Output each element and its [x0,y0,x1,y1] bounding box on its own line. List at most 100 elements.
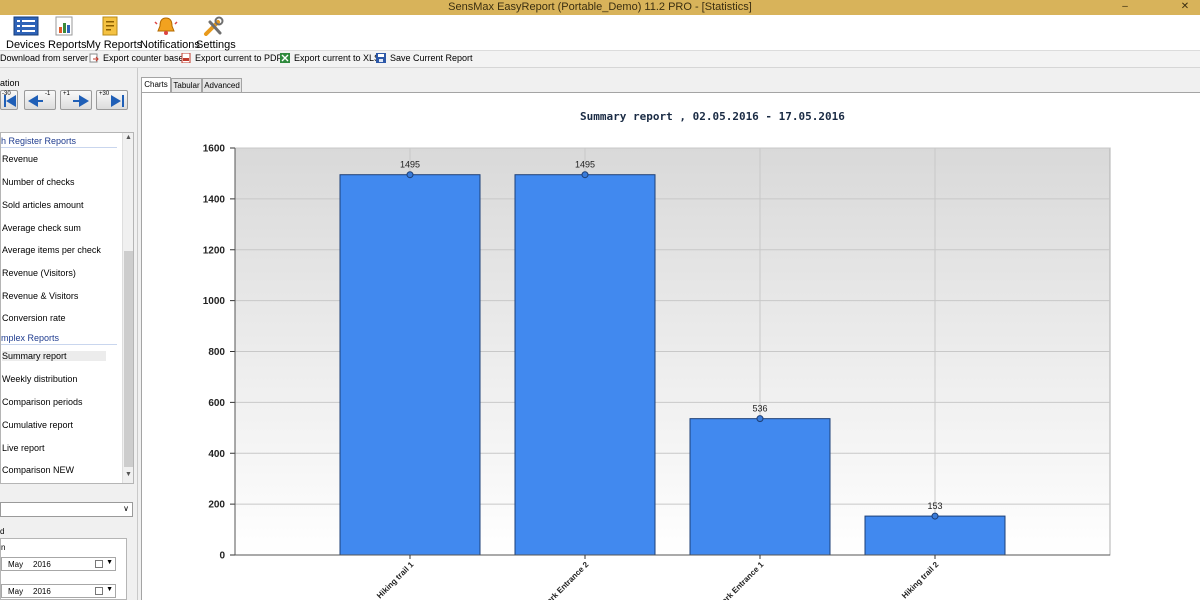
report-item-number-of-checks[interactable]: Number of checks [2,177,75,187]
save-report-label: Save Current Report [390,53,473,63]
toolbar: Download from server Export counter base… [0,51,1200,68]
bar-point [406,171,414,179]
x-tick-label: Park Entrance 1 [716,560,766,600]
my-reports-icon [98,16,122,36]
y-tick-label: 200 [208,500,225,511]
data-label: 153 [927,501,942,511]
period-box: n May 2016 ▼ May 2016 ▼ [0,538,127,600]
devices-button[interactable]: Devices [6,16,46,51]
report-item-summary-report[interactable]: Summary report [2,351,106,361]
scroll-down-icon[interactable]: ▼ [125,471,132,478]
report-item-average-items[interactable]: Average items per check [2,245,101,255]
minimize-button[interactable]: – [1110,0,1140,15]
window-title: SensMax EasyReport (Portable_Demo) 11.2 … [448,1,752,13]
date-from-year: 2016 [33,560,51,569]
reports-icon [52,16,76,36]
navigation-title: ation [0,78,20,88]
y-tick-label: 1400 [203,194,226,205]
back-1-label: -1 [45,91,51,97]
y-tick-label: 400 [208,449,225,460]
data-label: 536 [752,404,767,414]
arrow-right-icon [111,95,121,107]
last-icon [122,95,124,107]
report-item-comparison-new[interactable]: Comparison NEW [2,465,74,475]
tab-advanced[interactable]: Advanced [202,78,242,92]
export-xls-button[interactable]: Export current to XLS [280,53,380,63]
notifications-button[interactable]: Notifications [140,16,200,51]
calendar-icon[interactable] [95,560,103,568]
export-counter-base-button[interactable]: Export counter base [89,53,184,63]
arrow-shaft-icon [37,100,43,102]
report-item-conversion-rate[interactable]: Conversion rate [2,313,66,323]
bar[interactable] [514,174,656,556]
report-item-live-report[interactable]: Live report [2,443,45,453]
group-register-reports: h Register Reports [1,136,77,146]
calendar-icon[interactable] [95,587,103,595]
bar[interactable] [864,515,1006,556]
back-1-button[interactable]: -1 [24,90,56,110]
reports-label: Reports [48,39,87,51]
group-divider [1,147,117,148]
chevron-down-icon[interactable]: ▼ [106,586,113,593]
bar-point [931,512,939,520]
reports-button[interactable]: Reports [48,16,87,51]
export-icon [89,53,99,63]
settings-icon [202,16,226,36]
date-from-picker[interactable]: May 2016 ▼ [1,557,116,571]
report-list-scrollbar[interactable]: ▲ ▼ [122,133,133,483]
report-item-cumulative-report[interactable]: Cumulative report [2,420,73,430]
date-to-picker[interactable]: May 2016 ▼ [1,584,116,598]
download-from-server-button[interactable]: Download from server [0,53,88,63]
y-tick-label: 800 [208,347,225,358]
report-item-revenue-visitors[interactable]: Revenue (Visitors) [2,268,76,278]
chevron-down-icon: ∨ [123,504,129,513]
bar-point [756,415,764,423]
ribbon: Devices Reports My Reports Notifications… [0,15,1200,51]
export-counter-label: Export counter base [103,53,184,63]
forward-1-label: +1 [63,91,70,97]
settings-button[interactable]: Settings [196,16,236,51]
period-label: d [0,527,5,536]
y-tick-label: 1000 [203,296,226,307]
group-divider [1,344,117,345]
report-item-comparison-periods[interactable]: Comparison periods [2,397,83,407]
my-reports-button[interactable]: My Reports [86,16,143,51]
pdf-icon [181,52,191,64]
report-item-revenue[interactable]: Revenue [2,154,38,164]
from-label: n [1,543,6,552]
forward-30-button[interactable]: +30 [96,90,128,110]
date-to-year: 2016 [33,587,51,596]
settings-label: Settings [196,39,236,51]
notifications-label: Notifications [140,39,200,51]
tab-tabular[interactable]: Tabular [171,78,202,92]
y-tick-label: 1600 [203,144,226,155]
download-label: Download from server [0,53,89,63]
data-label: 1495 [400,160,420,170]
report-item-revenue-and-visitors[interactable]: Revenue & Visitors [2,291,78,301]
report-item-sold-articles[interactable]: Sold articles amount [2,200,84,210]
devices-label: Devices [6,39,46,51]
scrollbar-thumb[interactable] [124,251,133,467]
my-reports-label: My Reports [86,39,143,51]
back-30-button[interactable]: -30 [0,90,18,110]
bar[interactable] [339,174,481,556]
y-tick-label: 0 [219,551,225,562]
bar[interactable] [689,418,831,556]
bar-chart: 1495 1495 536 153 0 200 400 600 800 1000 1200 1400… [203,144,1111,600]
close-button[interactable]: ✕ [1170,0,1200,15]
scroll-up-icon[interactable]: ▲ [125,134,132,141]
xls-icon [280,53,290,63]
tab-charts[interactable]: Charts [141,77,171,92]
report-item-weekly-distribution[interactable]: Weekly distribution [2,374,77,384]
chevron-down-icon[interactable]: ▼ [106,559,113,566]
arrow-left-icon [6,95,16,107]
save-current-report-button[interactable]: Save Current Report [376,53,473,63]
bar-point [581,171,589,179]
save-icon [376,53,386,63]
export-pdf-button[interactable]: Export current to PDF [181,52,282,64]
report-item-average-check-sum[interactable]: Average check sum [2,223,81,233]
title-bar: SensMax EasyReport (Portable_Demo) 11.2 … [0,0,1200,15]
y-tick-label: 600 [208,398,225,409]
device-select[interactable]: ∨ [0,502,133,517]
forward-1-button[interactable]: +1 [60,90,92,110]
